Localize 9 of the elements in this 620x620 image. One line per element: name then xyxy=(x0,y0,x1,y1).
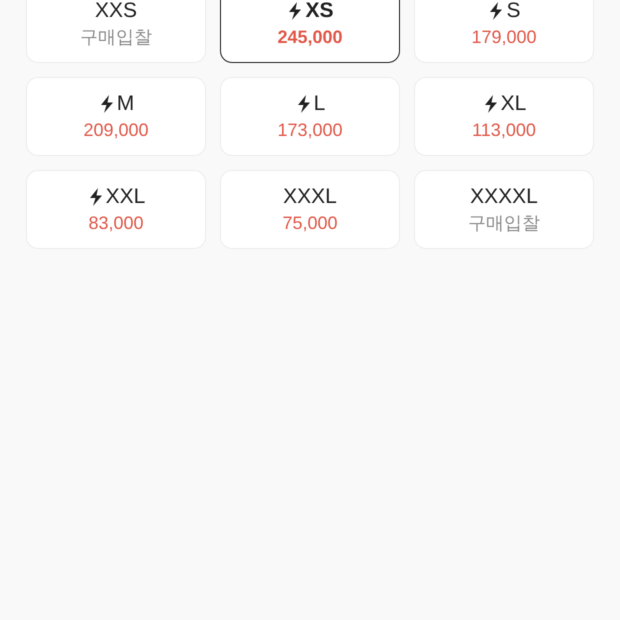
size-option-button[interactable]: M 209,000 xyxy=(26,77,206,156)
size-option-button[interactable]: XXXL 75,000 xyxy=(220,170,400,249)
size-option-button[interactable]: XXS 구매입찰 xyxy=(26,0,206,63)
size-option-button[interactable]: XS 245,000 xyxy=(220,0,400,63)
size-option-button[interactable]: S 179,000 xyxy=(414,0,594,63)
size-option-button[interactable]: L 173,000 xyxy=(220,77,400,156)
size-option-button[interactable]: XL 113,000 xyxy=(414,77,594,156)
size-option-button[interactable]: XXL 83,000 xyxy=(26,170,206,249)
size-option-button[interactable]: XXXXL 구매입찰 xyxy=(414,170,594,249)
